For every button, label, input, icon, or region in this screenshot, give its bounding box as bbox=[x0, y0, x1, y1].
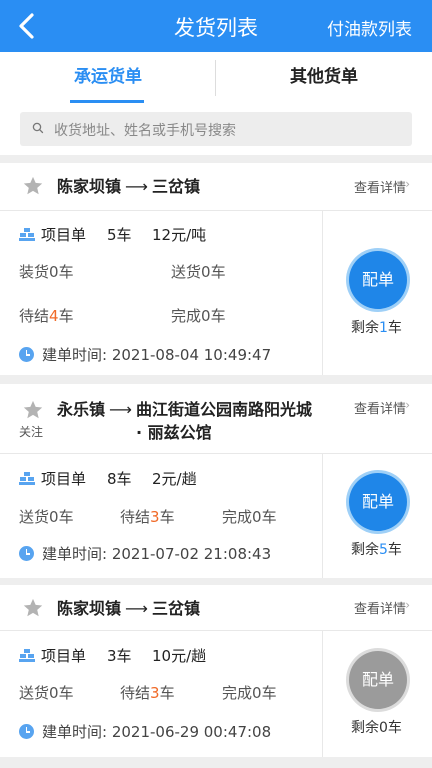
star-icon[interactable] bbox=[22, 597, 44, 619]
truck-count: 8车 bbox=[107, 470, 132, 488]
destination-line-2: · 丽兹公馆 bbox=[136, 423, 212, 442]
remaining-trucks: 剩余0车 bbox=[351, 720, 402, 736]
chevron-right-icon: › bbox=[405, 177, 410, 191]
route: 永乐镇 ⟶ 曲江街道公园南路阳光城 bbox=[57, 398, 312, 421]
stat-delivering: 送货0车 bbox=[19, 508, 74, 526]
tab-other-orders[interactable]: 其他货单 bbox=[216, 52, 432, 100]
chevron-right-icon: › bbox=[405, 598, 410, 612]
stack-icon bbox=[19, 649, 35, 662]
order-card[interactable]: 关注 永乐镇 ⟶ 曲江街道公园南路阳光城 · 丽兹公馆 查看详情 › 项目单 8车 … bbox=[0, 384, 432, 578]
destination: 三岔镇 bbox=[151, 599, 200, 618]
order-card[interactable]: 陈家坝镇 ⟶ 三岔镇 查看详情 › 项目单 5车 12元/吨 装货0车 送货0车 待… bbox=[0, 163, 432, 375]
route-arrow-icon: ⟶ bbox=[125, 599, 148, 618]
stack-icon bbox=[19, 472, 35, 485]
view-details-link[interactable]: 查看详情 bbox=[354, 177, 406, 196]
star-icon[interactable] bbox=[22, 175, 44, 197]
star-icon[interactable] bbox=[22, 399, 44, 421]
fuel-payment-list-link[interactable]: 付油款列表 bbox=[327, 15, 412, 40]
route: 陈家坝镇 ⟶ 三岔镇 bbox=[57, 175, 200, 198]
unit-price: 12元/吨 bbox=[152, 226, 207, 244]
clock-icon bbox=[19, 724, 34, 739]
card-divider bbox=[322, 631, 323, 757]
project-label: 项目单 bbox=[41, 226, 87, 244]
route-arrow-icon: ⟶ bbox=[109, 400, 132, 419]
back-button[interactable] bbox=[12, 10, 44, 42]
clock-icon bbox=[19, 546, 34, 561]
created-time: 建单时间: 2021-08-04 10:49:47 bbox=[42, 346, 272, 364]
card-header: 陈家坝镇 ⟶ 三岔镇 查看详情 › bbox=[0, 163, 432, 211]
tabs-and-search: 承运货单 其他货单 收货地址、姓名或手机号搜索 bbox=[0, 52, 432, 155]
active-tab-indicator bbox=[70, 100, 144, 103]
dispatch-button[interactable]: 配单 bbox=[349, 251, 407, 309]
route-arrow-icon: ⟶ bbox=[125, 177, 148, 196]
clock-icon bbox=[19, 347, 34, 362]
stat-completed: 完成0车 bbox=[222, 684, 277, 702]
card-header: 关注 永乐镇 ⟶ 曲江街道公园南路阳光城 · 丽兹公馆 查看详情 › bbox=[0, 384, 432, 454]
stat-pending-settlement: 待结3车 bbox=[120, 508, 175, 526]
created-time: 建单时间: 2021-07-02 21:08:43 bbox=[42, 545, 272, 563]
search-icon bbox=[32, 122, 44, 134]
unit-price: 2元/趟 bbox=[152, 470, 197, 488]
stat-loading: 装货0车 bbox=[19, 263, 74, 281]
route: 陈家坝镇 ⟶ 三岔镇 bbox=[57, 597, 200, 620]
stat-completed: 完成0车 bbox=[171, 307, 226, 325]
destination: 三岔镇 bbox=[151, 177, 200, 196]
project-label: 项目单 bbox=[41, 647, 87, 665]
stat-delivering: 送货0车 bbox=[171, 263, 226, 281]
card-divider bbox=[322, 211, 323, 375]
tab-carrier-orders[interactable]: 承运货单 bbox=[0, 52, 216, 100]
view-details-link[interactable]: 查看详情 bbox=[354, 398, 406, 417]
chevron-left-icon bbox=[19, 13, 34, 39]
search-placeholder: 收货地址、姓名或手机号搜索 bbox=[54, 123, 236, 139]
stat-completed: 完成0车 bbox=[222, 508, 277, 526]
origin: 陈家坝镇 bbox=[57, 599, 122, 618]
stat-pending-settlement: 待结4车 bbox=[19, 307, 74, 325]
app-header: 发货列表 付油款列表 bbox=[0, 0, 432, 52]
view-details-link[interactable]: 查看详情 bbox=[354, 598, 406, 617]
project-label: 项目单 bbox=[41, 470, 87, 488]
remaining-trucks: 剩余5车 bbox=[351, 542, 402, 558]
card-header: 陈家坝镇 ⟶ 三岔镇 查看详情 › bbox=[0, 585, 432, 631]
truck-count: 3车 bbox=[107, 647, 132, 665]
destination: 曲江街道公园南路阳光城 bbox=[135, 400, 312, 419]
origin: 陈家坝镇 bbox=[57, 177, 122, 196]
stack-icon bbox=[19, 228, 35, 241]
stat-delivering: 送货0车 bbox=[19, 684, 74, 702]
dispatch-button[interactable]: 配单 bbox=[349, 651, 407, 709]
remaining-trucks: 剩余1车 bbox=[351, 320, 402, 336]
chevron-right-icon: › bbox=[405, 398, 410, 412]
follow-label[interactable]: 关注 bbox=[19, 423, 43, 440]
stat-pending-settlement: 待结3车 bbox=[120, 684, 175, 702]
order-card[interactable]: 陈家坝镇 ⟶ 三岔镇 查看详情 › 项目单 3车 10元/趟 送货0车 待结3车 完… bbox=[0, 585, 432, 757]
card-divider bbox=[322, 454, 323, 578]
origin: 永乐镇 bbox=[57, 400, 106, 419]
dispatch-button[interactable]: 配单 bbox=[349, 473, 407, 531]
created-time: 建单时间: 2021-06-29 00:47:08 bbox=[42, 723, 272, 741]
unit-price: 10元/趟 bbox=[152, 647, 207, 665]
search-input[interactable]: 收货地址、姓名或手机号搜索 bbox=[20, 112, 412, 146]
truck-count: 5车 bbox=[107, 226, 132, 244]
